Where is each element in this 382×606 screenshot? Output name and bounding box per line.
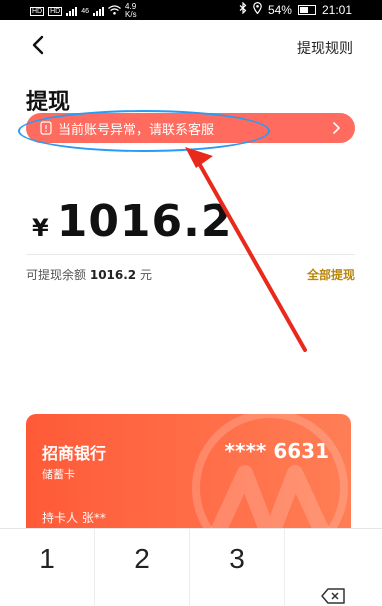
amount-display[interactable]: ¥ 1016.2 — [32, 196, 233, 247]
status-left: HD HD 46 4.9 K/s — [30, 3, 137, 19]
network-speed: 4.9 K/s — [125, 3, 137, 19]
signal-icon-1 — [66, 6, 78, 16]
battery-icon — [297, 4, 316, 15]
wifi-icon — [108, 4, 121, 18]
available-balance: 可提现余额 1016.2 元 — [26, 266, 152, 283]
key-2[interactable]: 2 — [95, 529, 190, 606]
currency-symbol: ¥ — [32, 214, 49, 242]
bank-name: 招商银行 — [42, 444, 107, 463]
numeric-keypad: 1 2 3 — [0, 528, 382, 606]
available-label: 可提现余额 — [26, 268, 87, 282]
backspace-key[interactable] — [285, 529, 380, 606]
amount-value: 1016.2 — [56, 196, 233, 247]
status-bar: HD HD 46 4.9 K/s 54% 21:01 — [0, 0, 382, 20]
card-type: 储蓄卡 — [42, 468, 75, 481]
account-alert-banner[interactable]: 当前账号异常，请联系客服 — [26, 113, 355, 143]
status-right: 54% 21:01 — [239, 1, 352, 17]
bluetooth-icon — [239, 1, 247, 17]
signal-type-label: 46 — [81, 7, 90, 15]
speed-unit: K/s — [125, 10, 137, 19]
page-title: 提现 — [26, 90, 71, 115]
divider — [26, 254, 355, 255]
app-screen: HD HD 46 4.9 K/s 54% 21:01 提现规则 提现 当前账号异… — [0, 0, 382, 606]
withdraw-all-button[interactable]: 全部提现 — [307, 266, 355, 283]
hd-tag-2: HD — [48, 6, 63, 16]
signal-icon-2 — [93, 6, 105, 16]
key-3[interactable]: 3 — [190, 529, 285, 606]
clock: 21:01 — [321, 2, 352, 17]
chevron-right-icon — [333, 122, 341, 134]
key-1[interactable]: 1 — [0, 529, 95, 606]
alert-text: 当前账号异常，请联系客服 — [58, 122, 215, 138]
backspace-icon — [320, 588, 345, 604]
available-unit: 元 — [139, 268, 152, 282]
hd-tag-1: HD — [30, 6, 45, 16]
back-arrow-icon — [32, 35, 44, 55]
card-holder: 持卡人 张** — [42, 511, 106, 525]
location-icon — [253, 2, 262, 17]
battery-percent: 54% — [267, 2, 292, 17]
phone-alert-icon — [40, 121, 52, 135]
back-button[interactable] — [28, 34, 50, 56]
available-value: 1016.2 — [89, 268, 137, 282]
card-number: **** 6631 — [224, 439, 329, 463]
withdraw-rules-link[interactable]: 提现规则 — [297, 38, 353, 58]
